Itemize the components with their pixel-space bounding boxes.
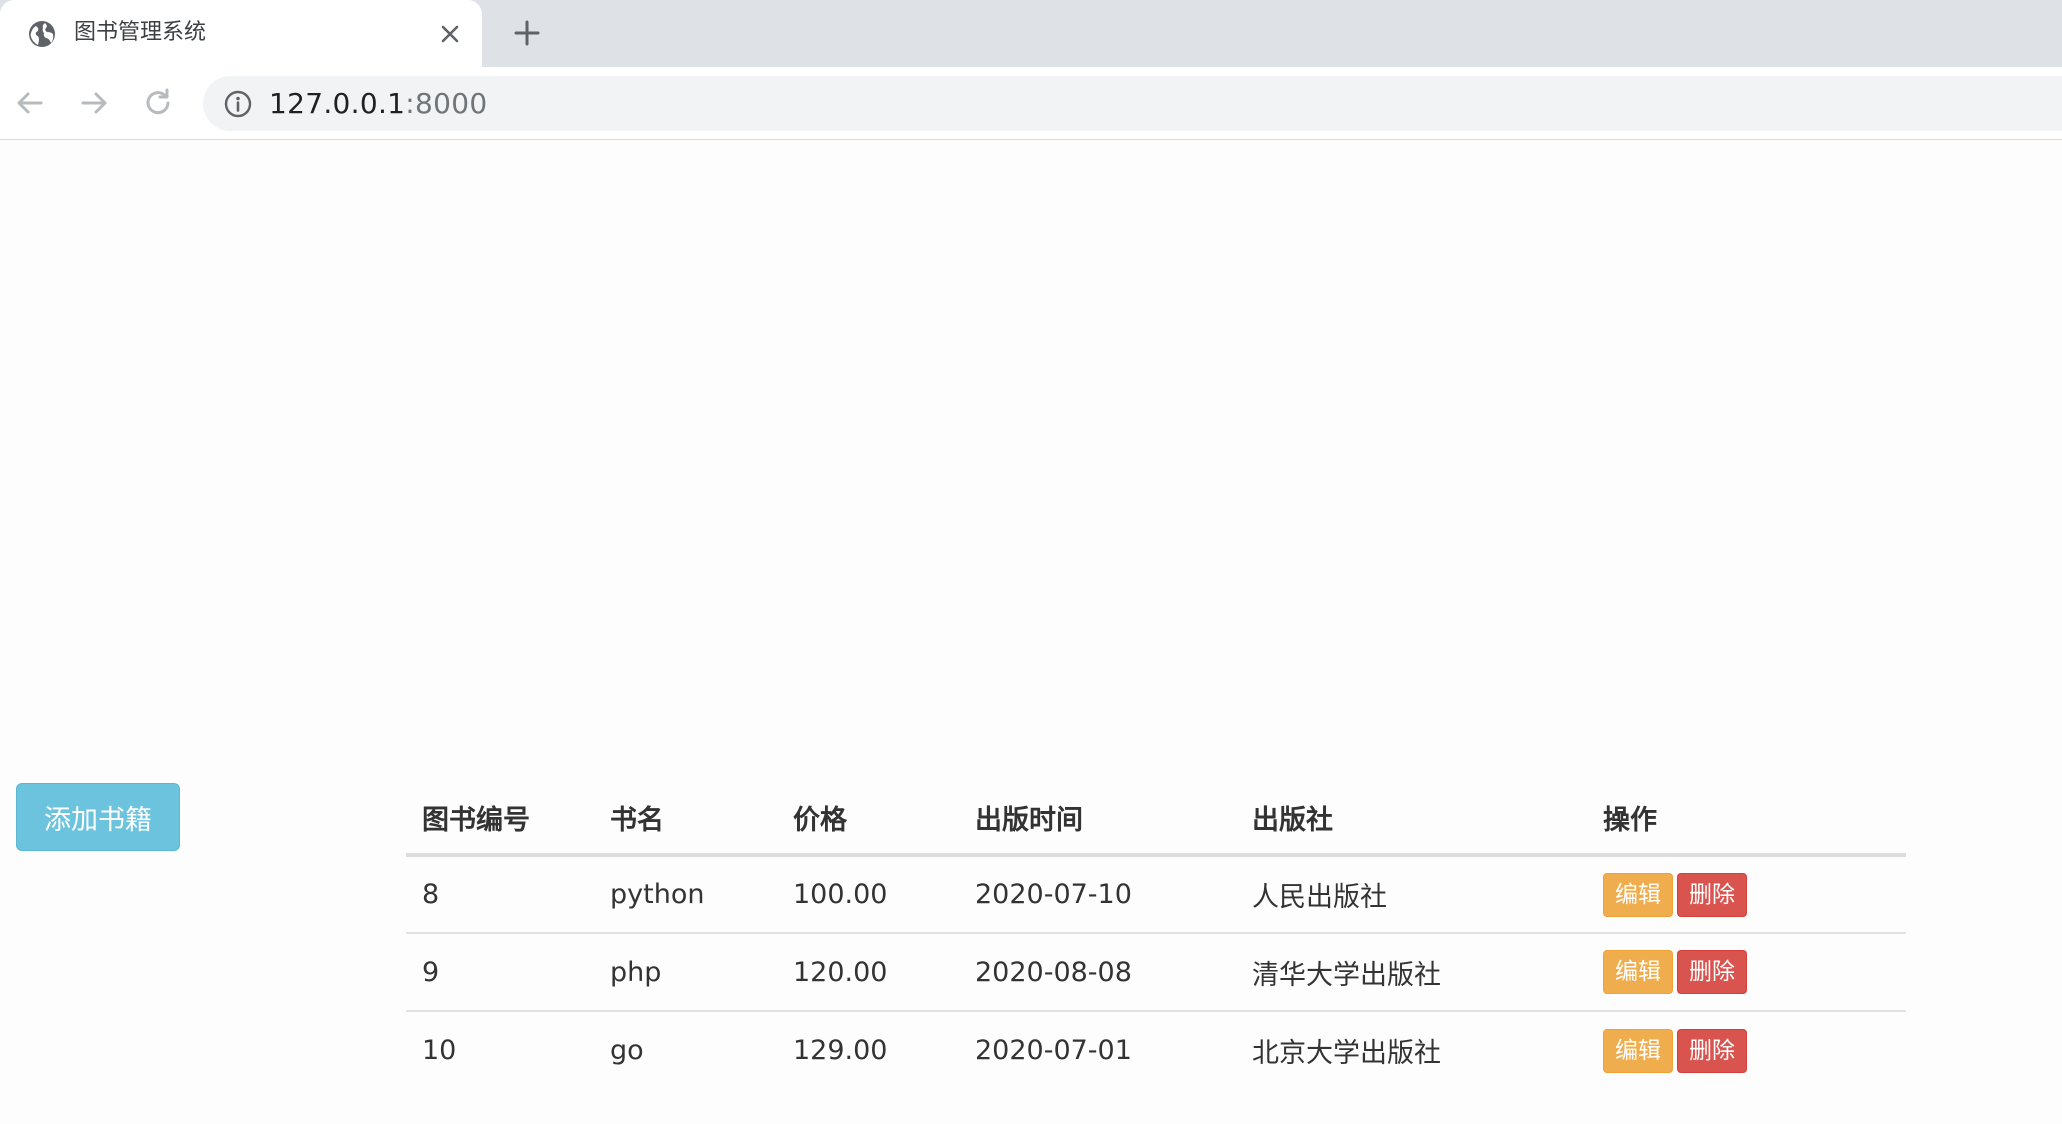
edit-button[interactable]: 编辑 (1603, 872, 1673, 917)
url-host: 127.0.0.1 (269, 87, 406, 120)
cell-name: php (594, 933, 777, 1012)
cell-name: go (610, 1035, 644, 1066)
column-header-actions: 操作 (1587, 782, 1906, 857)
cell-price: 100.00 (777, 855, 959, 934)
info-icon[interactable] (223, 89, 253, 119)
column-header-id: 图书编号 (406, 782, 594, 857)
address-bar[interactable]: 127.0.0.1:8000 (203, 76, 2062, 131)
tab-strip: 图书管理系统 (0, 0, 2062, 67)
page-content: 添加书籍 图书编号 书名 价格 出版时间 出版社 操作 8 python 100… (0, 141, 2062, 1124)
edit-button[interactable]: 编辑 (1603, 950, 1673, 994)
table-row: 10 go 129.00 2020-07-01 北京大学出版社 编辑 删除 (406, 1011, 1906, 1089)
table-row: 8 python 100.00 2020-07-10 人民出版社 编辑 删除 (406, 855, 1906, 934)
cell-price: 120.00 (777, 933, 959, 1012)
table-row: 9 php 120.00 2020-08-08 清华大学出版社 编辑 删除 (406, 933, 1906, 1012)
cell-date: 2020-07-10 (959, 855, 1236, 934)
back-arrow-icon[interactable] (13, 86, 47, 120)
cell-publisher: 人民出版社 (1236, 855, 1587, 934)
cell-id: 9 (406, 933, 594, 1012)
cell-id: 10 (422, 1035, 457, 1066)
cell-name: python (594, 855, 777, 934)
forward-arrow-icon[interactable] (77, 86, 111, 120)
table-header-row: 图书编号 书名 价格 出版时间 出版社 操作 (406, 782, 1906, 857)
reload-icon[interactable] (141, 86, 175, 120)
column-header-price: 价格 (777, 782, 959, 857)
delete-button[interactable]: 删除 (1677, 950, 1747, 994)
column-header-name: 书名 (594, 782, 777, 857)
delete-button[interactable]: 删除 (1677, 872, 1747, 917)
cell-price: 129.00 (793, 1035, 888, 1066)
close-icon[interactable] (436, 20, 464, 48)
cell-actions: 编辑 删除 (1587, 933, 1906, 1012)
url-port: :8000 (405, 87, 488, 120)
cell-actions: 编辑 删除 (1587, 1011, 1906, 1089)
globe-icon (29, 21, 55, 47)
plus-icon[interactable] (510, 16, 544, 50)
url-text[interactable]: 127.0.0.1:8000 (269, 86, 488, 122)
cell-date: 2020-07-01 (975, 1035, 1132, 1066)
cell-publisher: 清华大学出版社 (1236, 933, 1587, 1012)
column-header-publisher: 出版社 (1236, 782, 1587, 857)
cell-id: 8 (406, 855, 594, 934)
edit-button[interactable]: 编辑 (1603, 1028, 1673, 1073)
delete-button[interactable]: 删除 (1677, 1028, 1747, 1073)
cell-date: 2020-08-08 (959, 933, 1236, 1012)
add-book-button[interactable]: 添加书籍 (16, 783, 180, 851)
browser-tab[interactable]: 图书管理系统 (0, 0, 482, 67)
tab-title: 图书管理系统 (74, 20, 207, 45)
books-table: 图书编号 书名 价格 出版时间 出版社 操作 8 python 100.00 2… (406, 782, 1906, 1089)
column-header-date: 出版时间 (959, 782, 1236, 857)
cell-publisher: 北京大学出版社 (1252, 1038, 1441, 1069)
browser-toolbar: 127.0.0.1:8000 (0, 67, 2062, 140)
cell-actions: 编辑 删除 (1587, 855, 1906, 934)
